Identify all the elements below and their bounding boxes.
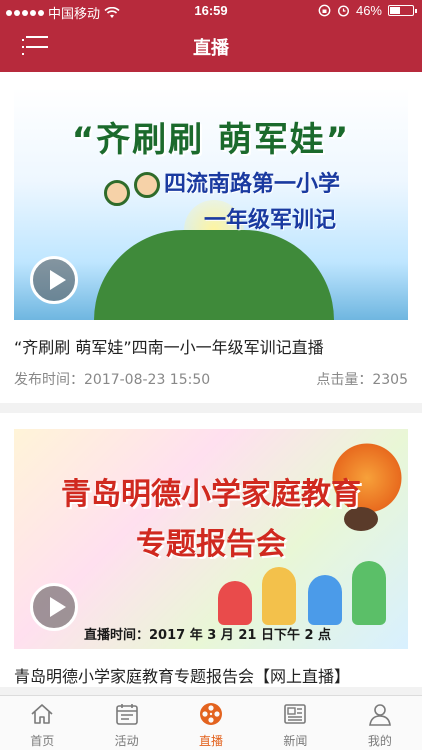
banner-subtitle: 一年级军训记 bbox=[204, 208, 337, 233]
banner-caption: 直播时间：2017 年 3 月 21 日下午 2 点 bbox=[84, 628, 332, 643]
play-button[interactable] bbox=[30, 583, 78, 631]
nav-bar: 直播 bbox=[0, 22, 422, 72]
tab-label: 直播 bbox=[199, 734, 224, 748]
battery-icon bbox=[388, 5, 417, 16]
banner-title: “齐刷刷 萌军娃” bbox=[71, 120, 351, 160]
tab-activities[interactable]: 活动 bbox=[84, 696, 168, 750]
live-card[interactable]: “齐刷刷 萌军娃” 四流南路第一小学 一年级军训记 “齐刷刷 萌军娃”四南一小一… bbox=[0, 72, 422, 403]
status-bar: 中国移动 16:59 46% bbox=[0, 0, 422, 22]
calendar-icon bbox=[115, 704, 138, 725]
tab-news[interactable]: 新闻 bbox=[253, 696, 337, 750]
hill-illustration bbox=[94, 230, 334, 320]
tab-live[interactable]: 直播 bbox=[169, 696, 253, 750]
live-title[interactable]: 青岛明德小学家庭教育专题报告会【网上直播】 bbox=[14, 667, 408, 687]
tab-bar: 首页 活动 直播 新闻 我的 bbox=[0, 695, 422, 750]
play-button[interactable] bbox=[30, 256, 78, 304]
alarm-icon bbox=[337, 5, 349, 17]
newspaper-icon bbox=[284, 704, 307, 724]
tab-profile[interactable]: 我的 bbox=[338, 696, 422, 750]
publish-time: 发布时间：2017-08-23 15:50 bbox=[14, 372, 211, 388]
tab-label: 首页 bbox=[30, 734, 55, 748]
live-banner[interactable]: 青岛明德小学家庭教育 专题报告会 直播时间：2017 年 3 月 21 日下午 … bbox=[14, 429, 408, 649]
film-reel-icon bbox=[200, 703, 223, 725]
user-icon bbox=[368, 704, 391, 726]
view-count: 点击量：2305 bbox=[316, 372, 408, 388]
live-banner[interactable]: “齐刷刷 萌军娃” 四流南路第一小学 一年级军训记 bbox=[14, 88, 408, 320]
live-title[interactable]: “齐刷刷 萌军娃”四南一小一年级军训记直播 bbox=[14, 338, 408, 358]
tab-home[interactable]: 首页 bbox=[0, 696, 84, 750]
home-icon bbox=[31, 704, 53, 724]
live-card[interactable]: 青岛明德小学家庭教育 专题报告会 直播时间：2017 年 3 月 21 日下午 … bbox=[0, 413, 422, 687]
banner-title: 青岛明德小学家庭教育 bbox=[61, 477, 361, 512]
rotation-lock-icon bbox=[318, 4, 331, 17]
live-feed: “齐刷刷 萌军娃” 四流南路第一小学 一年级军训记 “齐刷刷 萌军娃”四南一小一… bbox=[0, 72, 422, 695]
tab-label: 我的 bbox=[367, 734, 392, 748]
status-right: 46% bbox=[318, 3, 417, 18]
tab-label: 新闻 bbox=[283, 734, 308, 748]
banner-subtitle: 专题报告会 bbox=[136, 527, 286, 562]
live-meta: 发布时间：2017-08-23 15:50 点击量：2305 bbox=[14, 369, 408, 403]
tab-label: 活动 bbox=[114, 734, 139, 748]
banner-subtitle: 四流南路第一小学 bbox=[164, 172, 341, 197]
battery-percent: 46% bbox=[355, 3, 382, 18]
page-title: 直播 bbox=[193, 38, 229, 59]
